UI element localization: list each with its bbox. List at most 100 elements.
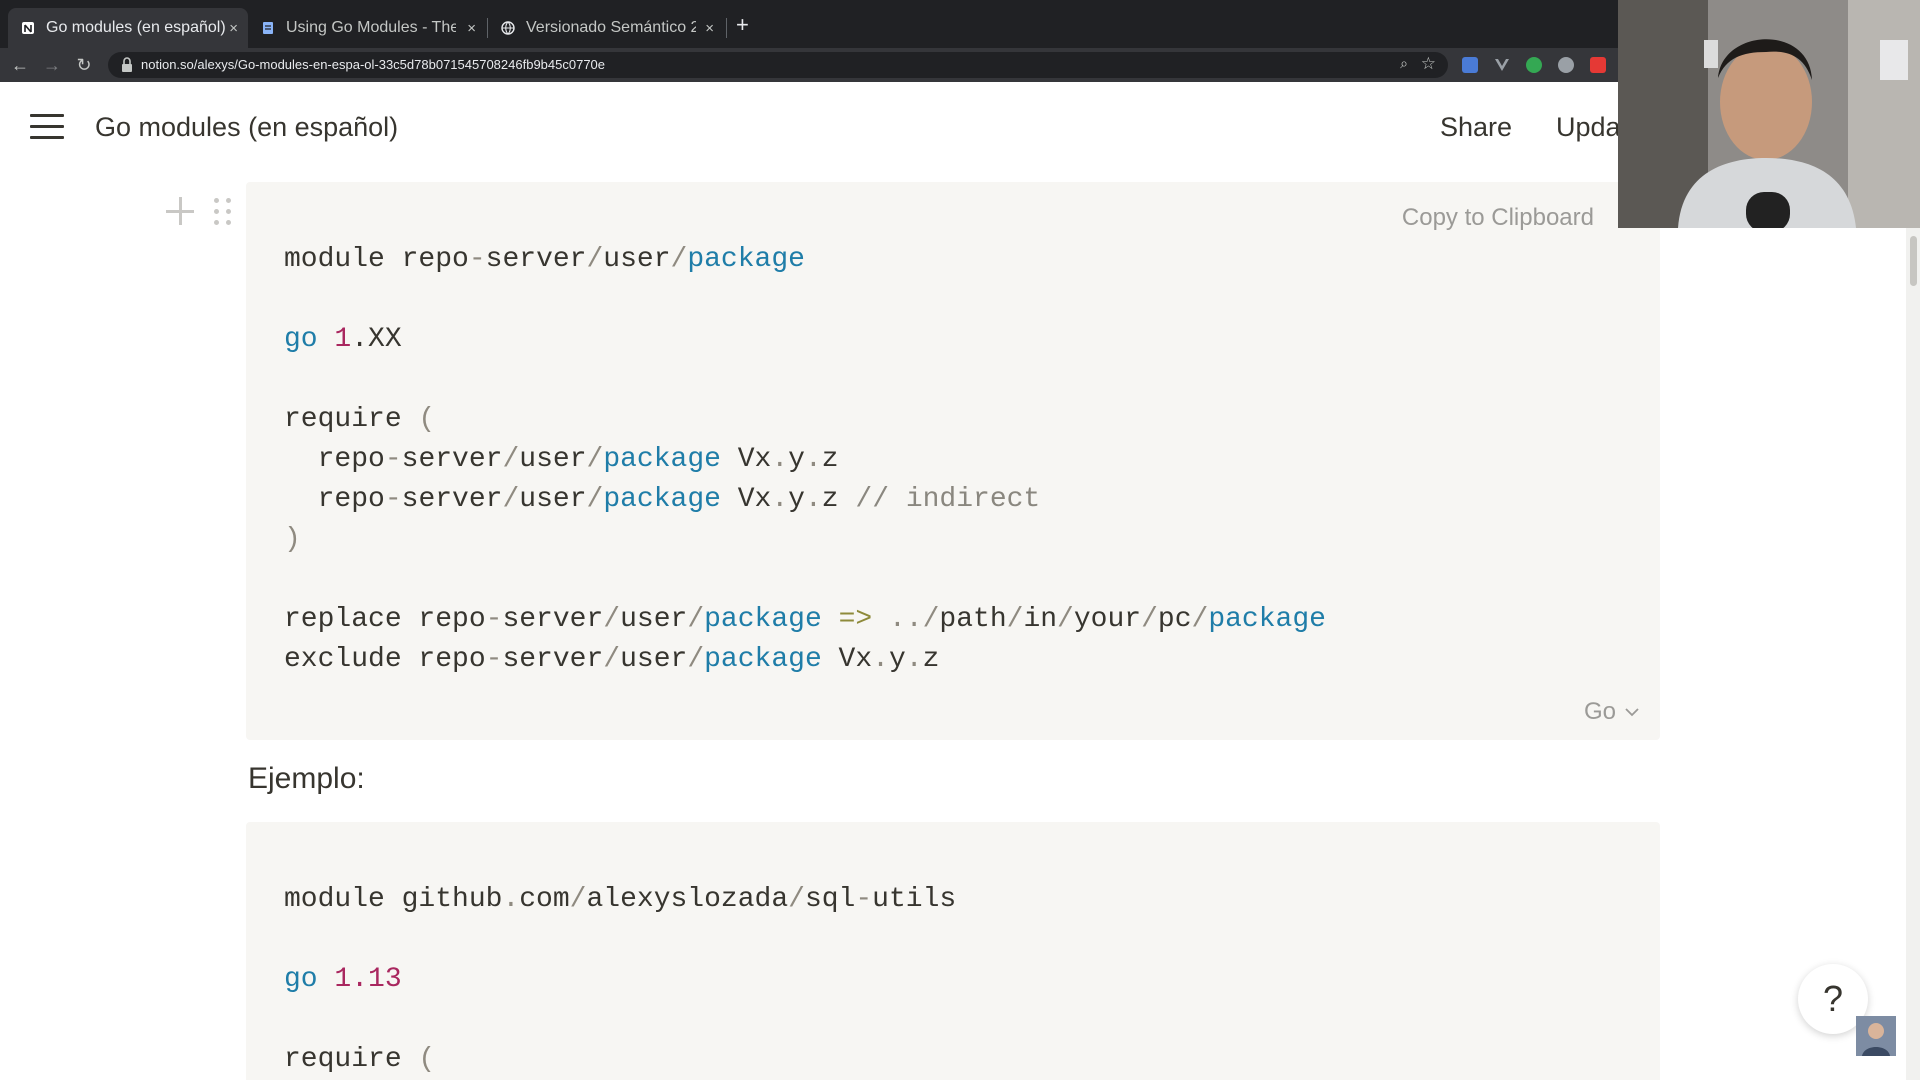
code-token: Vx [720, 484, 772, 515]
code-token: y [788, 444, 805, 475]
notion-favicon-icon [20, 20, 36, 36]
forward-arrow-icon[interactable]: → [40, 53, 64, 77]
code-token: user [519, 444, 587, 475]
copy-to-clipboard-button[interactable]: Copy to Clipboard [1402, 204, 1594, 232]
code-token: / [603, 604, 621, 635]
code-token: / [569, 884, 587, 915]
code-token: => [838, 604, 873, 635]
code-token: z [821, 484, 856, 515]
green-extension-icon[interactable] [1526, 57, 1542, 73]
code-token: / [502, 484, 520, 515]
avatar [1856, 1016, 1896, 1056]
code-token: . [804, 484, 822, 515]
code-token: / [1141, 604, 1158, 635]
updates-button[interactable]: Updates [1542, 112, 1622, 143]
hamburger-menu-icon[interactable] [30, 114, 64, 142]
page-title: Go modules (en español) [95, 112, 399, 142]
browser-tab-versionado-semantico[interactable]: Versionado Semántico 2 × [488, 8, 724, 48]
code-token: z [922, 644, 940, 675]
code-line: ) [284, 520, 1326, 560]
language-label: Go [1583, 698, 1616, 725]
code-token: module github [284, 884, 503, 915]
chevron-down-icon [1625, 708, 1639, 717]
bookmark-star-icon[interactable]: ☆ [1421, 54, 1436, 74]
browser-tab-go-modules[interactable]: Go modules (en español) × [8, 8, 248, 48]
code-token: . [771, 444, 789, 475]
gray-extension-icon[interactable] [1558, 57, 1574, 73]
tab-close-icon[interactable]: × [229, 20, 238, 37]
code-token: your [1073, 604, 1142, 635]
scrollbar-thumb[interactable] [1910, 236, 1917, 286]
code-token: package [704, 644, 822, 675]
code-token: module repo [284, 244, 469, 275]
code-token: user [620, 604, 688, 635]
code-token: . [804, 444, 822, 475]
code-token: com [519, 884, 570, 915]
back-arrow-icon[interactable]: ← [8, 53, 32, 77]
code-token: - [485, 604, 503, 635]
code-token: / [788, 884, 805, 915]
url-text: notion.so/alexys/Go-modules-en-espa-ol-3… [141, 57, 606, 72]
code-line: go 1.13 [284, 960, 956, 1000]
code-content[interactable]: module github.com/alexyslozada/sql-utils… [284, 880, 956, 1080]
code-token: repo [284, 444, 385, 475]
translate-extension-icon[interactable] [1462, 57, 1478, 73]
code-token: / [687, 604, 705, 635]
tab-close-icon[interactable]: × [467, 20, 476, 37]
code-token: . [771, 484, 789, 515]
tab-title: Versionado Semántico 2 [526, 19, 696, 36]
code-token: - [855, 884, 873, 915]
code-token: . [872, 644, 889, 675]
code-token: server [485, 244, 587, 275]
code-token: Vx [821, 644, 873, 675]
code-token: package [603, 444, 721, 475]
code-token: / [586, 444, 604, 475]
tab-close-icon[interactable]: × [705, 20, 714, 37]
add-block-plus-icon[interactable] [166, 197, 194, 225]
code-token: // indirect [855, 484, 1041, 515]
code-line: go 1.XX [284, 320, 1326, 360]
new-tab-button[interactable]: + [736, 14, 749, 36]
reload-icon[interactable]: ↻ [72, 53, 96, 77]
code-token: user [603, 244, 671, 275]
code-line: require ( [284, 400, 1326, 440]
share-button[interactable]: Share [1440, 112, 1512, 143]
code-token: ../ [888, 604, 940, 635]
browser-tab-using-go-modules[interactable]: Using Go Modules - The × [248, 8, 486, 48]
red-extension-icon[interactable] [1590, 57, 1606, 73]
zoom-icon[interactable]: ⌕ [1400, 55, 1408, 72]
language-selector[interactable]: Go [1584, 698, 1640, 726]
code-token: package [603, 484, 721, 515]
code-block-example[interactable]: module github.com/alexyslozada/sql-utils… [246, 822, 1660, 1080]
code-token: ( [418, 404, 436, 435]
code-token: ( [418, 1044, 436, 1075]
code-block[interactable]: Copy to Clipboard module repo-server/use… [246, 182, 1660, 740]
code-token: server [401, 484, 503, 515]
code-token: server [502, 644, 604, 675]
webcam-video-overlay [1618, 0, 1920, 228]
code-line: require ( [284, 1040, 956, 1080]
code-line: module github.com/alexyslozada/sql-utils [284, 880, 956, 920]
code-token: . [502, 884, 520, 915]
code-token: / [687, 644, 705, 675]
code-content[interactable]: module repo-server/user/package go 1.XX re… [284, 240, 1326, 680]
section-heading: Ejemplo: [248, 762, 365, 795]
code-line: exclude repo-server/user/package Vx.y.z [284, 640, 1326, 680]
code-token: repo [284, 484, 385, 515]
code-token: package [1208, 604, 1326, 635]
drag-handle-icon[interactable] [214, 198, 232, 226]
vue-extension-icon[interactable] [1494, 57, 1510, 73]
code-token: 1 [334, 324, 352, 355]
code-token: y [788, 484, 805, 515]
code-token: ) [284, 524, 301, 555]
page-scrollbar[interactable] [1906, 228, 1920, 1080]
address-bar[interactable]: notion.so/alexys/Go-modules-en-espa-ol-3… [108, 52, 1448, 78]
code-token: server [401, 444, 503, 475]
code-token: .XX [351, 324, 402, 355]
code-token: / [1057, 604, 1074, 635]
code-token: / [1006, 604, 1024, 635]
